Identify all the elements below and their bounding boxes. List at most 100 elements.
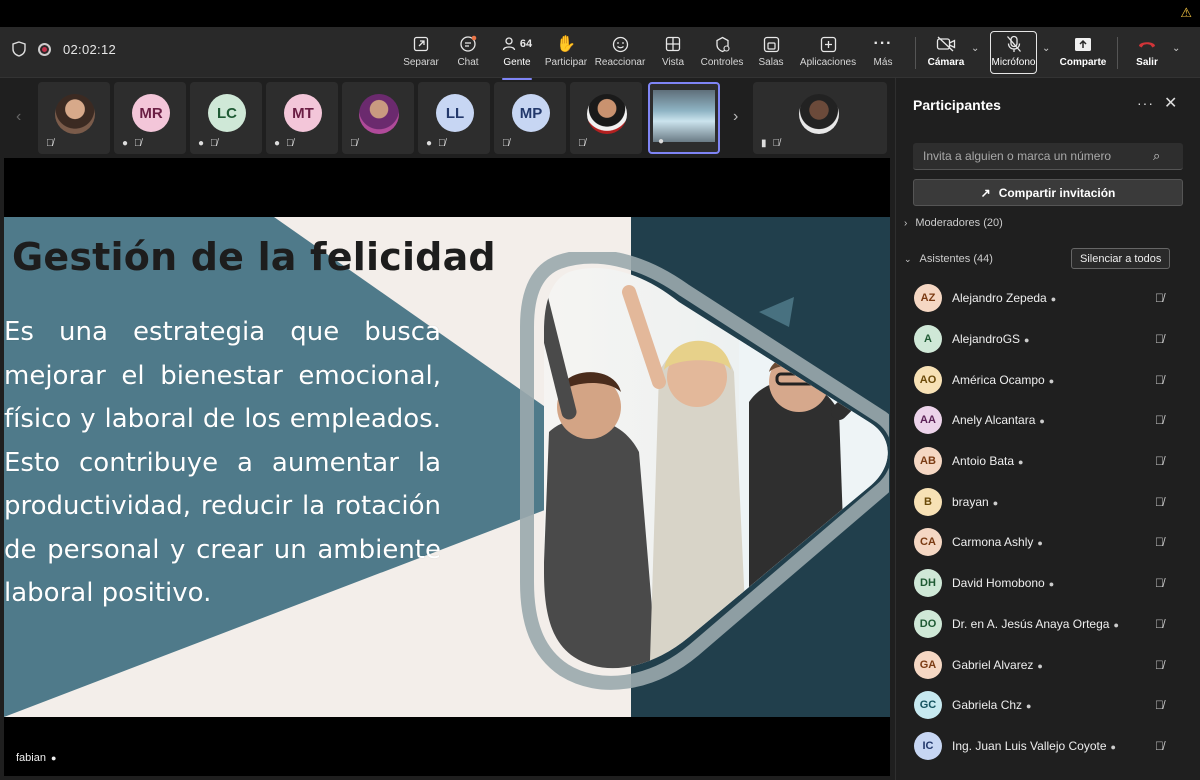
invite-search-box[interactable]: ⌕ xyxy=(913,143,1183,170)
participant-row[interactable]: A AlejandroGS ● 🎙̸ xyxy=(896,319,1200,360)
moderators-section-toggle[interactable]: › Moderadores (20) xyxy=(904,217,1003,229)
video-tile[interactable]: MR ● 🎙̸ xyxy=(114,82,186,154)
avatar: CA xyxy=(914,528,942,557)
mic-off-icon[interactable]: 🎙̸ xyxy=(1155,739,1164,753)
camera-button[interactable]: Cámara xyxy=(926,33,966,75)
mic-off-icon[interactable]: 🎙̸ xyxy=(1155,698,1164,712)
attendee-icon: ● xyxy=(426,138,433,149)
chevron-down-icon: ⌄ xyxy=(904,253,912,264)
attendee-icon: ● xyxy=(50,753,57,763)
mic-off-icon: 🎙̸ xyxy=(502,138,510,149)
breakout-rooms-icon xyxy=(763,33,780,55)
mic-off-icon[interactable]: 🎙̸ xyxy=(1155,495,1164,509)
participant-name: Anely Alcantara xyxy=(952,413,1036,428)
controls-button[interactable]: Controles xyxy=(700,33,744,75)
mute-all-button[interactable]: Silenciar a todos xyxy=(1071,248,1171,269)
participant-row[interactable]: AZ Alejandro Zepeda ● 🎙̸ xyxy=(896,278,1200,319)
leave-options-chevron-icon[interactable]: ⌄ xyxy=(1172,43,1180,54)
video-tile[interactable]: 🎙̸ xyxy=(570,82,642,154)
avatar: AA xyxy=(914,406,942,435)
participant-name: Carmona Ashly xyxy=(952,535,1034,550)
attendee-icon: ● xyxy=(1113,619,1119,630)
participant-photo xyxy=(55,94,95,134)
attendees-section-toggle[interactable]: ⌄ Asistentes (44) xyxy=(904,253,993,265)
react-button[interactable]: Reaccionar xyxy=(594,33,646,75)
avatar: B xyxy=(914,487,942,516)
recording-icon xyxy=(38,42,51,56)
participant-name: Alejandro Zepeda xyxy=(952,291,1047,306)
participant-row[interactable]: DO Dr. en A. Jesús Anaya Ortega ● 🎙̸ xyxy=(896,604,1200,645)
mic-off-icon[interactable]: 🎙̸ xyxy=(1155,373,1164,387)
strip-next-arrow-icon[interactable]: › xyxy=(733,108,738,126)
people-count: 64 xyxy=(519,38,533,50)
participants-panel: Participantes ··· ✕ ⌕ ↗ Compartir invita… xyxy=(895,78,1200,780)
mic-off-icon[interactable]: 🎙̸ xyxy=(1155,413,1164,427)
more-button[interactable]: ··· Más xyxy=(870,33,896,75)
strip-prev-arrow-icon[interactable]: ‹ xyxy=(16,108,21,126)
microphone-options-chevron-icon[interactable]: ⌄ xyxy=(1042,43,1050,54)
microphone-button[interactable]: Micrófono xyxy=(991,33,1036,75)
video-tile[interactable]: MP 🎙̸ xyxy=(494,82,566,154)
mic-off-icon[interactable]: 🎙̸ xyxy=(1155,454,1164,468)
share-invite-button[interactable]: ↗ Compartir invitación xyxy=(913,179,1183,206)
mic-off-icon[interactable]: 🎙̸ xyxy=(1155,576,1164,590)
participant-row[interactable]: IC Ing. Juan Luis Vallejo Coyote ● 🎙̸ xyxy=(896,726,1200,767)
controls-icon xyxy=(714,33,731,55)
mic-off-icon[interactable]: 🎙̸ xyxy=(1155,535,1164,549)
presentation-slide: Gestión de la felicidad Es una estrategi… xyxy=(4,217,890,717)
video-strip: ‹ 🎙̸ MR ● 🎙̸ LC ● 🎙̸ MT ● 🎙̸ 🎙̸ LL ● 🎙̸ MP 🎙… xyxy=(4,82,890,156)
mic-off-icon[interactable]: 🎙̸ xyxy=(1155,658,1164,672)
people-icon: 64 xyxy=(502,33,532,55)
slide-body-text: Es una estrategia que busca mejorar el b… xyxy=(4,317,441,608)
attendee-icon: ● xyxy=(992,497,999,508)
raise-hand-button[interactable]: ✋ Participar xyxy=(543,33,589,75)
invite-search-input[interactable] xyxy=(913,149,1153,163)
participant-row[interactable]: B brayan ● 🎙̸ xyxy=(896,481,1200,522)
avatar: AZ xyxy=(914,284,942,313)
mic-off-icon[interactable]: 🎙̸ xyxy=(1155,617,1164,631)
participant-photo xyxy=(799,94,839,134)
hang-up-icon xyxy=(1137,33,1157,55)
breakout-rooms-button[interactable]: Salas xyxy=(757,33,785,75)
share-button[interactable]: Comparte xyxy=(1060,33,1106,75)
video-tile[interactable]: 🎙̸ xyxy=(38,82,110,154)
video-tile[interactable]: ▮ 🎙̸ xyxy=(753,82,887,154)
mic-off-icon[interactable]: 🎙̸ xyxy=(1155,332,1164,346)
avatar: LC xyxy=(208,94,246,132)
attendee-icon: ● xyxy=(658,136,665,147)
attendee-icon: ● xyxy=(1037,660,1043,671)
participant-row[interactable]: DH David Homobono ● 🎙̸ xyxy=(896,563,1200,604)
participant-name: brayan xyxy=(952,494,989,509)
participant-row[interactable]: AA Anely Alcantara ● 🎙̸ xyxy=(896,400,1200,441)
add-apps-icon xyxy=(820,33,837,55)
avatar: LL xyxy=(436,94,474,132)
view-grid-icon xyxy=(665,33,681,55)
participant-row[interactable]: GA Gabriel Alvarez ● 🎙̸ xyxy=(896,644,1200,685)
video-tile[interactable]: 🎙̸ xyxy=(342,82,414,154)
close-icon[interactable]: ✕ xyxy=(1164,93,1177,113)
video-tile[interactable]: LC ● 🎙̸ xyxy=(190,82,262,154)
participant-row[interactable]: AB Antoio Bata ● 🎙̸ xyxy=(896,441,1200,482)
pop-out-button[interactable]: Separar xyxy=(402,33,440,75)
avatar: IC xyxy=(914,731,942,760)
avatar: GA xyxy=(914,650,942,679)
avatar: DH xyxy=(914,569,942,598)
leave-button[interactable]: Salir xyxy=(1133,33,1161,75)
mic-off-icon: 🎙̸ xyxy=(350,138,358,149)
video-tile[interactable]: MT ● 🎙̸ xyxy=(266,82,338,154)
chat-button[interactable]: Chat xyxy=(453,33,483,75)
camera-options-chevron-icon[interactable]: ⌄ xyxy=(971,43,979,54)
search-icon[interactable]: ⌕ xyxy=(1153,148,1160,164)
more-options-icon[interactable]: ··· xyxy=(1137,95,1154,111)
participant-name: AlejandroGS xyxy=(952,332,1021,347)
view-button[interactable]: Vista xyxy=(659,33,687,75)
mic-off-icon[interactable]: 🎙̸ xyxy=(1155,291,1164,305)
apps-button[interactable]: Aplicaciones xyxy=(798,33,858,75)
avatar: A xyxy=(914,325,942,354)
video-tile[interactable]: LL ● 🎙̸ xyxy=(418,82,490,154)
participant-row[interactable]: CA Carmona Ashly ● 🎙̸ xyxy=(896,522,1200,563)
participant-row[interactable]: GC Gabriela Chz ● 🎙̸ xyxy=(896,685,1200,726)
participant-row[interactable]: AO América Ocampo ● 🎙̸ xyxy=(896,359,1200,400)
people-button[interactable]: 64 Gente xyxy=(498,33,536,80)
video-tile-screen-share[interactable]: ● xyxy=(648,82,720,154)
